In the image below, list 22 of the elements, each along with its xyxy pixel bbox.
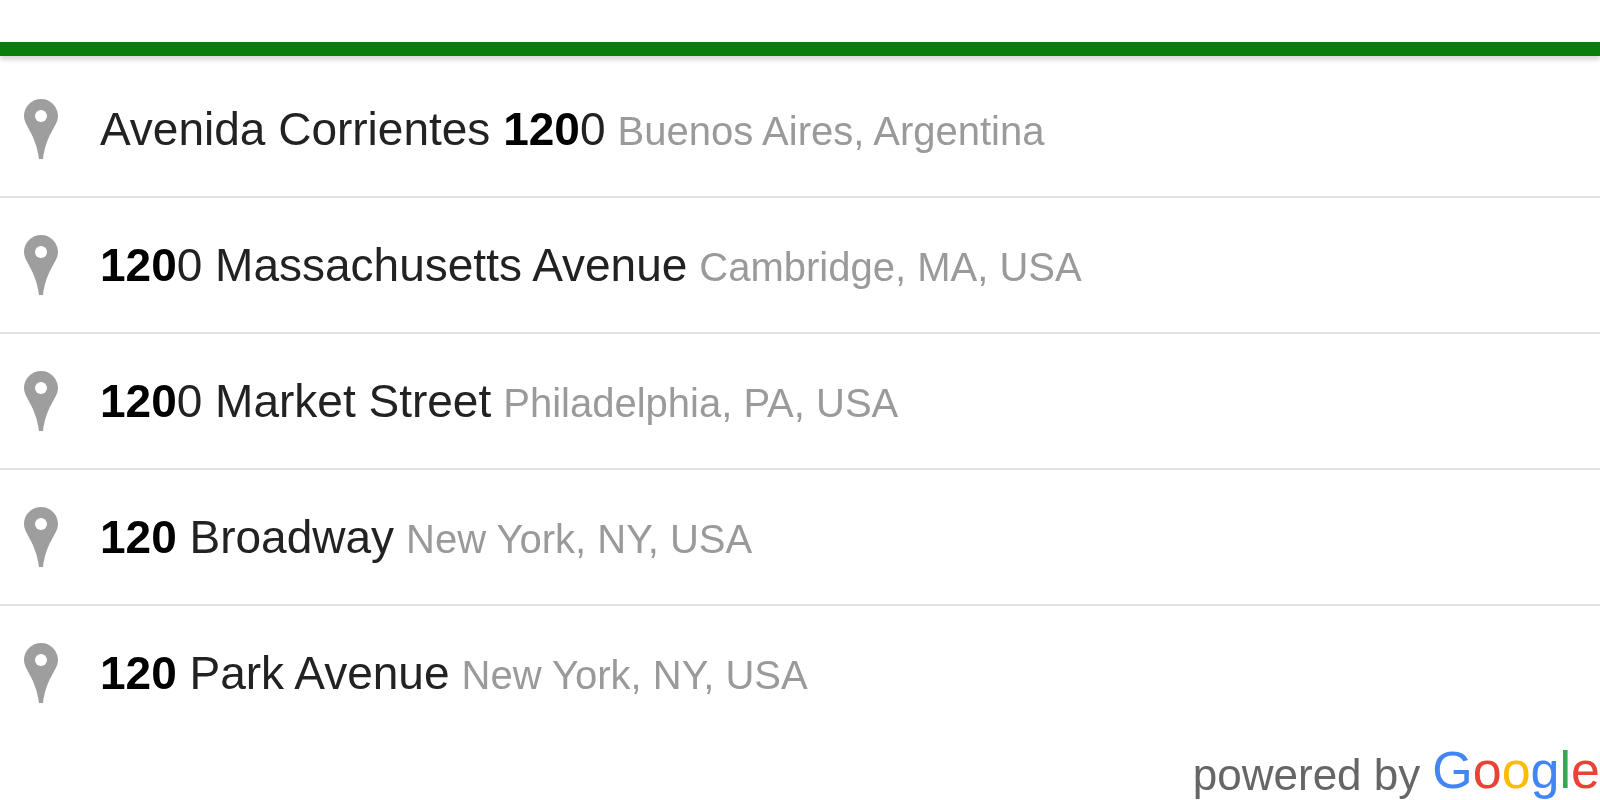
address-text: 1200 Massachusetts Avenue (100, 238, 688, 292)
suggestion-item[interactable]: 1200 Massachusetts Avenue Cambridge, MA, USA (0, 198, 1600, 334)
location-text: Cambridge, MA, USA (699, 245, 1082, 290)
map-pin-icon (24, 235, 58, 295)
suggestion-item[interactable]: Avenida Corrientes 1200 Buenos Aires, Argentina (0, 62, 1600, 198)
google-logo: Google (1432, 740, 1600, 800)
map-pin-icon (24, 507, 58, 567)
map-pin-icon (24, 99, 58, 159)
suggestion-item[interactable]: 120 Park Avenue New York, NY, USA (0, 606, 1600, 740)
location-text: New York, NY, USA (406, 517, 753, 562)
address-text: 1200 Market Street (100, 374, 492, 428)
map-pin-icon (24, 371, 58, 431)
location-text: Buenos Aires, Argentina (617, 109, 1045, 154)
address-text: Avenida Corrientes 1200 (100, 102, 606, 156)
suggestion-item[interactable]: 120 Broadway New York, NY, USA (0, 470, 1600, 606)
address-text: 120 Park Avenue (100, 646, 450, 700)
location-text: Philadelphia, PA, USA (503, 381, 899, 426)
location-text: New York, NY, USA (461, 653, 808, 698)
map-pin-icon (24, 643, 58, 703)
attribution-text: powered by (1192, 750, 1421, 800)
address-text: 120 Broadway (100, 510, 395, 564)
suggestion-item[interactable]: 1200 Market Street Philadelphia, PA, USA (0, 334, 1600, 470)
